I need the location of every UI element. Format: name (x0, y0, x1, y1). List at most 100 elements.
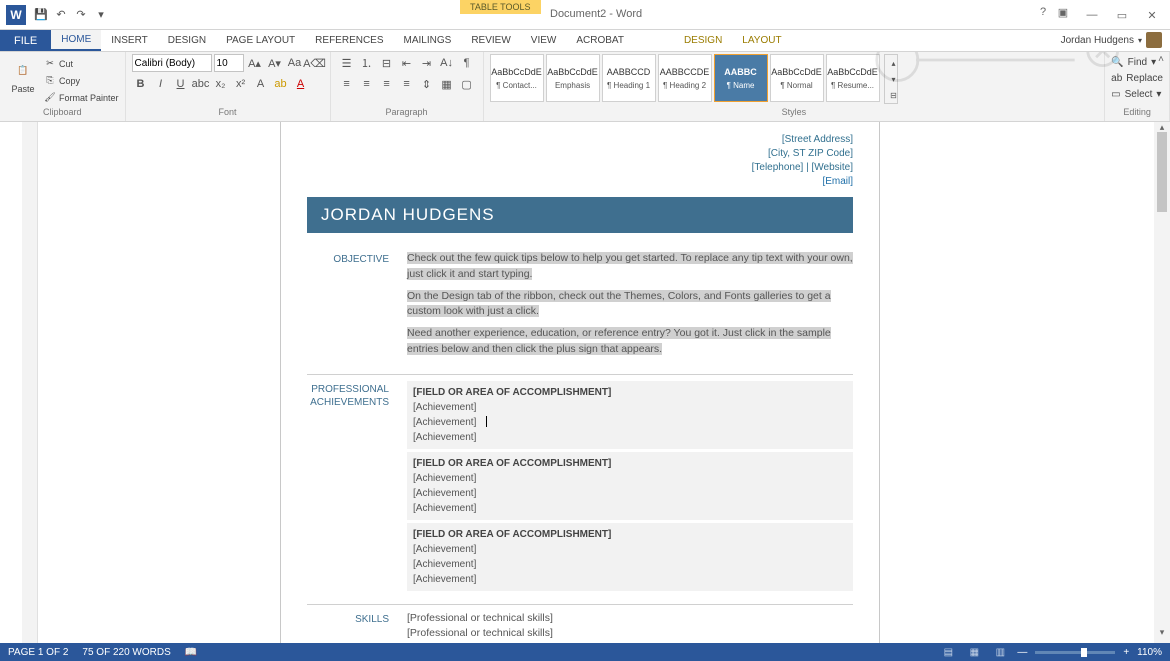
text-effects-button[interactable]: A (252, 75, 270, 93)
maximize-button[interactable]: ▭ (1108, 6, 1136, 24)
group-font: A▴ A▾ Aa A⌫ B I U abc x₂ x² A ab A Font (126, 52, 331, 121)
copy-button[interactable]: ⎘Copy (44, 73, 119, 88)
word-count[interactable]: 75 OF 220 WORDS (82, 647, 170, 658)
style-item[interactable]: AaBbCcDdE¶ Normal (770, 54, 824, 102)
font-size-select[interactable] (214, 54, 244, 72)
justify-button[interactable]: ≡ (397, 75, 417, 93)
borders-button[interactable]: ▢ (457, 75, 477, 93)
contact-block[interactable]: [Street Address] [City, ST ZIP Code] [Te… (307, 133, 853, 189)
cut-icon: ✂ (44, 58, 56, 70)
section-objective[interactable]: OBJECTIVE Check out the few quick tips b… (307, 245, 853, 375)
style-item[interactable]: AABBC¶ Name (714, 54, 768, 102)
objective-p3: Need another experience, education, or r… (407, 327, 831, 355)
cut-button[interactable]: ✂Cut (44, 56, 119, 71)
user-name: Jordan Hudgens (1061, 35, 1134, 46)
zoom-level[interactable]: 110% (1137, 647, 1162, 658)
align-left-button[interactable]: ≡ (337, 75, 357, 93)
context-tab-design[interactable]: DESIGN (674, 30, 732, 51)
sort-button[interactable]: A↓ (437, 54, 457, 72)
line-spacing-button[interactable]: ⇕ (417, 75, 437, 93)
format-painter-button[interactable]: 🖌Format Painter (44, 90, 119, 105)
styles-group-label: Styles (490, 107, 1099, 121)
ribbon-display-icon[interactable]: ▣ (1056, 6, 1070, 19)
styles-gallery[interactable]: AaBbCcDdE¶ Contact...AaBbCcDdEEmphasisAA… (490, 54, 880, 104)
shrink-font-button[interactable]: A▾ (266, 54, 284, 72)
tab-references[interactable]: REFERENCES (305, 30, 393, 51)
style-item[interactable]: AABBCCD¶ Heading 1 (602, 54, 656, 102)
vertical-ruler (22, 122, 38, 643)
tab-mailings[interactable]: MAILINGS (394, 30, 462, 51)
zoom-out-button[interactable]: — (1017, 647, 1027, 658)
name-banner[interactable]: JORDAN HUDGENS (307, 197, 853, 233)
spellcheck-icon[interactable]: 📖 (185, 647, 197, 658)
align-right-button[interactable]: ≡ (377, 75, 397, 93)
paste-button[interactable]: 📋 Paste (6, 54, 40, 94)
read-mode-button[interactable]: ▤ (939, 645, 957, 659)
increase-indent-button[interactable]: ⇥ (417, 54, 437, 72)
achievement-item: [Achievement] (413, 473, 476, 484)
tab-page-layout[interactable]: PAGE LAYOUT (216, 30, 305, 51)
strikethrough-button[interactable]: abc (192, 75, 210, 93)
close-button[interactable]: ✕ (1138, 6, 1166, 24)
help-icon[interactable]: ? (1036, 6, 1050, 19)
paste-label: Paste (11, 84, 34, 94)
grow-font-button[interactable]: A▴ (246, 54, 264, 72)
font-name-select[interactable] (132, 54, 212, 72)
multilevel-button[interactable]: ⊟ (377, 54, 397, 72)
clear-format-button[interactable]: A⌫ (306, 54, 324, 72)
undo-icon[interactable]: ↶ (54, 8, 68, 22)
tab-acrobat[interactable]: ACROBAT (566, 30, 634, 51)
style-item[interactable]: AaBbCcDdE¶ Contact... (490, 54, 544, 102)
underline-button[interactable]: U (172, 75, 190, 93)
scroll-thumb[interactable] (1157, 132, 1167, 212)
redo-icon[interactable]: ↷ (74, 8, 88, 22)
collapse-ribbon-button[interactable]: ˄ (1158, 54, 1164, 65)
contact-email: [Email] (307, 175, 853, 189)
web-layout-button[interactable]: ▥ (991, 645, 1009, 659)
font-color-button[interactable]: A (292, 75, 310, 93)
section-skills[interactable]: SKILLS [Professional or technical skills… (307, 605, 853, 644)
context-tab-group: TABLE TOOLS (460, 0, 541, 14)
show-marks-button[interactable]: ¶ (457, 54, 477, 72)
tab-design[interactable]: DESIGN (158, 30, 216, 51)
decrease-indent-button[interactable]: ⇤ (397, 54, 417, 72)
highlight-button[interactable]: ab (272, 75, 290, 93)
document-page[interactable]: [Street Address] [City, ST ZIP Code] [Te… (280, 122, 880, 643)
word-app-icon: W (6, 5, 26, 25)
tab-view[interactable]: VIEW (521, 30, 567, 51)
font-group-label: Font (132, 107, 324, 121)
achievement-item: [Achievement] (413, 559, 476, 570)
vertical-scrollbar[interactable]: ▴ ▾ (1154, 122, 1170, 643)
style-item[interactable]: AABBCCDE¶ Heading 2 (658, 54, 712, 102)
bold-button[interactable]: B (132, 75, 150, 93)
context-tab-layout[interactable]: LAYOUT (732, 30, 791, 51)
numbering-button[interactable]: ⒈ (357, 54, 377, 72)
zoom-thumb[interactable] (1081, 648, 1087, 657)
user-badge[interactable]: Jordan Hudgens ▾ (1061, 32, 1162, 48)
quick-access-toolbar: 💾 ↶ ↷ ▾ (34, 8, 108, 22)
zoom-in-button[interactable]: + (1123, 647, 1129, 658)
tab-review[interactable]: REVIEW (461, 30, 520, 51)
tab-home[interactable]: HOME (51, 30, 101, 51)
style-item[interactable]: AaBbCcDdEEmphasis (546, 54, 600, 102)
align-center-button[interactable]: ≡ (357, 75, 377, 93)
scroll-down-icon[interactable]: ▾ (1154, 627, 1170, 643)
file-tab[interactable]: FILE (0, 30, 51, 51)
zoom-slider[interactable] (1035, 651, 1115, 654)
print-layout-button[interactable]: ▦ (965, 645, 983, 659)
save-icon[interactable]: 💾 (34, 8, 48, 22)
qat-customize-icon[interactable]: ▾ (94, 8, 108, 22)
format-painter-icon: 🖌 (44, 92, 56, 104)
subscript-button[interactable]: x₂ (212, 75, 230, 93)
shading-button[interactable]: ▦ (437, 75, 457, 93)
tab-insert[interactable]: INSERT (101, 30, 158, 51)
superscript-button[interactable]: x² (232, 75, 250, 93)
bullets-button[interactable]: ☰ (337, 54, 357, 72)
achievement-item: [Achievement] (413, 544, 476, 555)
section-achievements[interactable]: PROFESSIONAL ACHIEVEMENTS [FIELD OR AREA… (307, 375, 853, 605)
italic-button[interactable]: I (152, 75, 170, 93)
minimize-button[interactable]: — (1078, 6, 1106, 24)
page-indicator[interactable]: PAGE 1 OF 2 (8, 647, 68, 658)
achievement-heading: [FIELD OR AREA OF ACCOMPLISHMENT] (413, 527, 847, 542)
change-case-button[interactable]: Aa (286, 54, 304, 72)
